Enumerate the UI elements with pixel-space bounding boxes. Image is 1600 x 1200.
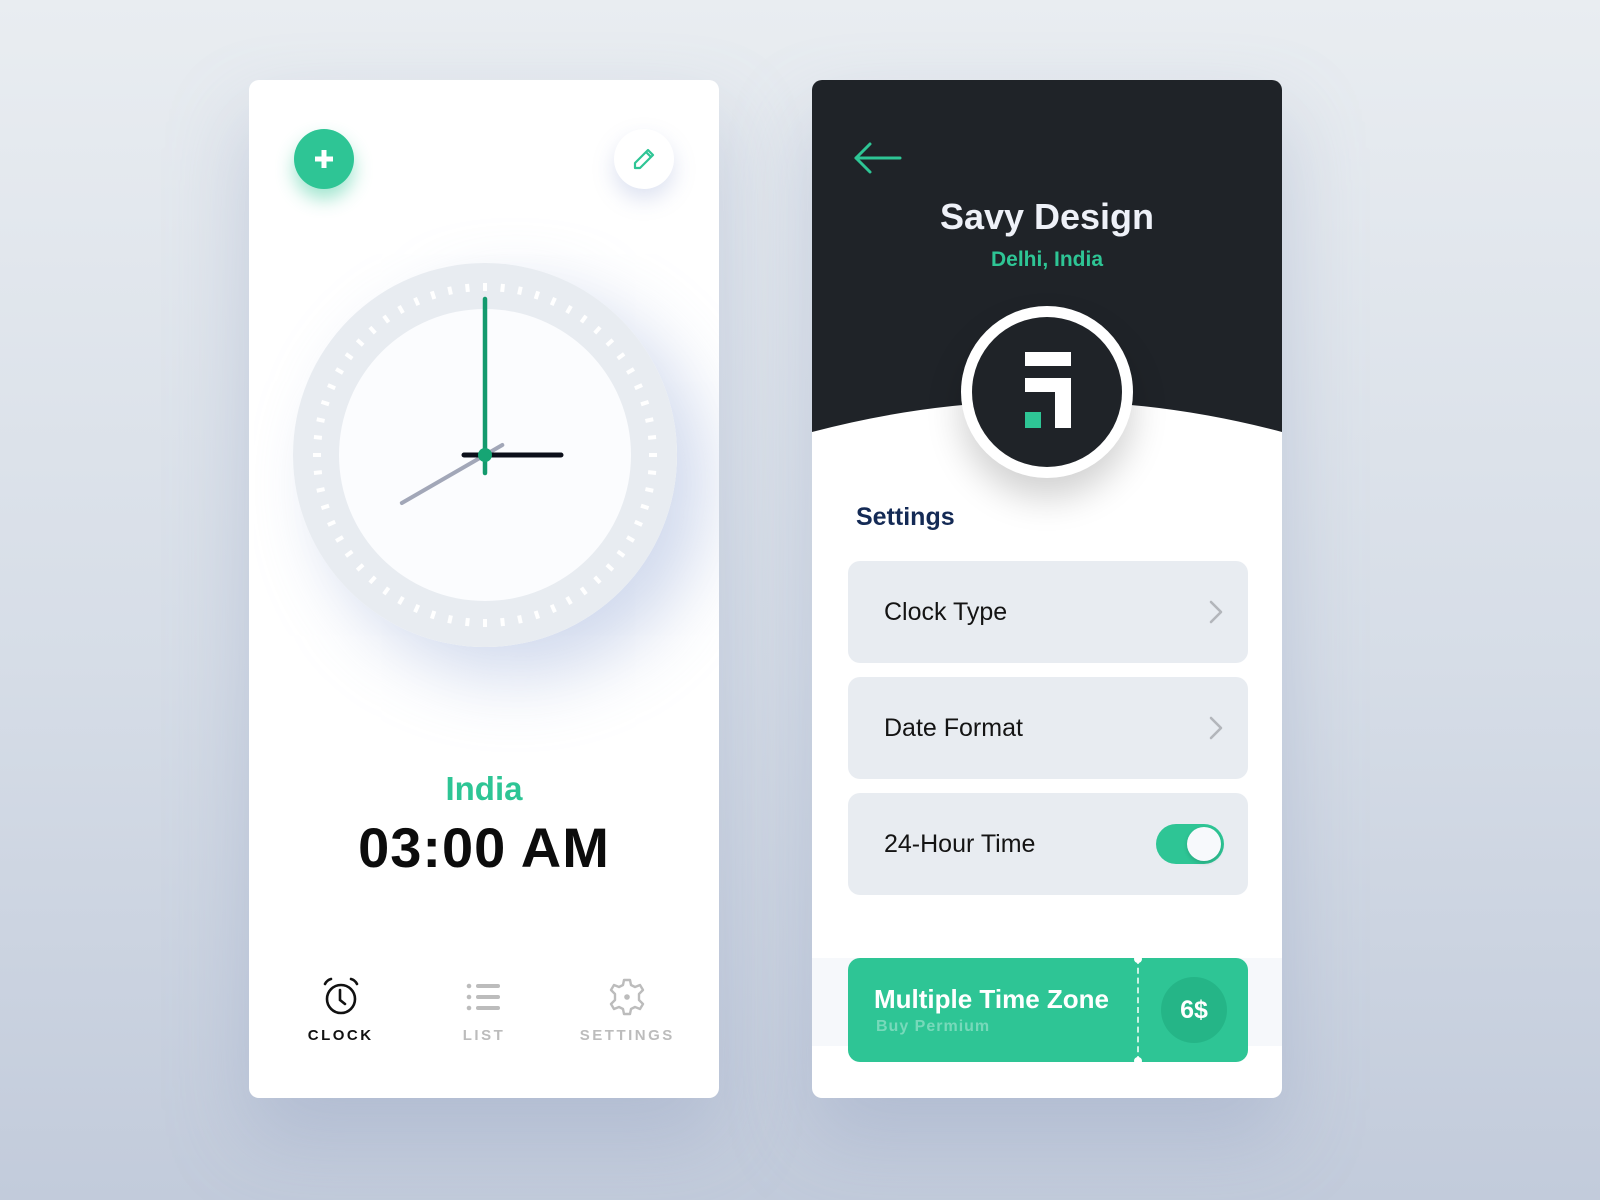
clock-tick — [447, 286, 453, 295]
analog-clock — [293, 263, 677, 647]
gear-icon — [610, 978, 645, 1016]
setting-label: 24-Hour Time — [884, 829, 1036, 858]
clock-tick — [320, 399, 330, 407]
clock-tick — [313, 470, 323, 475]
profile-name: Savy Design — [939, 196, 1155, 237]
clock-tick — [465, 283, 470, 293]
clock-tick — [313, 435, 323, 440]
clock-tick — [429, 290, 437, 300]
clock-tick — [320, 503, 330, 511]
setting-label: Clock Type — [884, 597, 1008, 626]
promo-notch-top — [1134, 955, 1142, 963]
chevron-right-icon — [1209, 716, 1223, 740]
nav-label-clock: CLOCK — [307, 1027, 374, 1044]
plus-icon — [315, 150, 333, 168]
setting-24-hour-time: 24-Hour Time — [848, 793, 1248, 895]
clock-tick — [500, 283, 505, 293]
price-badge: 6$ — [1161, 977, 1227, 1043]
clock-tick — [500, 617, 505, 627]
clock-tick — [640, 503, 650, 511]
profile-location: Delhi, India — [990, 248, 1103, 271]
clock-tick — [517, 286, 523, 295]
nav-item-list[interactable]: LIST — [419, 975, 549, 1065]
nav-label-list: LIST — [462, 1027, 506, 1044]
clock-tick — [533, 610, 541, 620]
digital-time: 03:00 AM — [358, 816, 610, 879]
clock-tick — [640, 399, 650, 407]
nav-item-clock[interactable]: CLOCK — [276, 975, 406, 1065]
settings-section-title: Settings — [856, 503, 955, 531]
buy-premium-button[interactable]: Multiple Time Zone Buy Permium 6$ — [848, 955, 1248, 1065]
clock-screen: India 03:00 AM CLOCK LIST SETTINGS — [249, 80, 719, 1098]
avatar — [961, 306, 1133, 478]
list-icon — [466, 983, 500, 1011]
edit-button[interactable] — [614, 129, 674, 189]
arrow-left-icon — [854, 142, 902, 174]
clock-tick — [465, 617, 470, 627]
clock-tick — [647, 470, 657, 475]
settings-screen: Savy Design Delhi, India Settings Clock … — [812, 80, 1282, 1098]
24-hour-toggle[interactable] — [1156, 824, 1224, 864]
pencil-icon — [633, 148, 655, 170]
nav-label-settings: SETTINGS — [579, 1027, 675, 1044]
promo-dashed-divider — [1137, 958, 1139, 1062]
city-name: India — [445, 770, 523, 807]
promo-notch-bottom — [1134, 1057, 1142, 1065]
clock-tick — [645, 417, 654, 423]
promo-title: Multiple Time Zone — [874, 984, 1109, 1014]
nav-item-settings[interactable]: SETTINGS — [562, 975, 692, 1065]
back-button[interactable] — [852, 140, 906, 180]
setting-clock-type[interactable]: Clock Type — [848, 561, 1248, 663]
add-clock-button[interactable] — [294, 129, 354, 189]
clock-tick — [447, 615, 453, 624]
clock-center-pin — [478, 448, 492, 462]
clock-tick — [517, 615, 523, 624]
clock-tick — [645, 487, 654, 493]
bottom-nav: CLOCK LIST SETTINGS — [249, 975, 719, 1065]
clock-tick — [429, 610, 437, 620]
clock-tick — [316, 417, 325, 423]
alarm-clock-icon — [323, 977, 358, 1015]
clock-tick — [647, 435, 657, 440]
chevron-right-icon — [1209, 600, 1223, 624]
toggle-knob — [1187, 827, 1221, 861]
setting-date-format[interactable]: Date Format — [848, 677, 1248, 779]
setting-label: Date Format — [884, 713, 1023, 742]
promo-subtitle: Buy Permium — [876, 1018, 991, 1035]
clock-tick — [316, 487, 325, 493]
savy-logo-icon — [1025, 352, 1071, 428]
clock-tick — [533, 290, 541, 300]
